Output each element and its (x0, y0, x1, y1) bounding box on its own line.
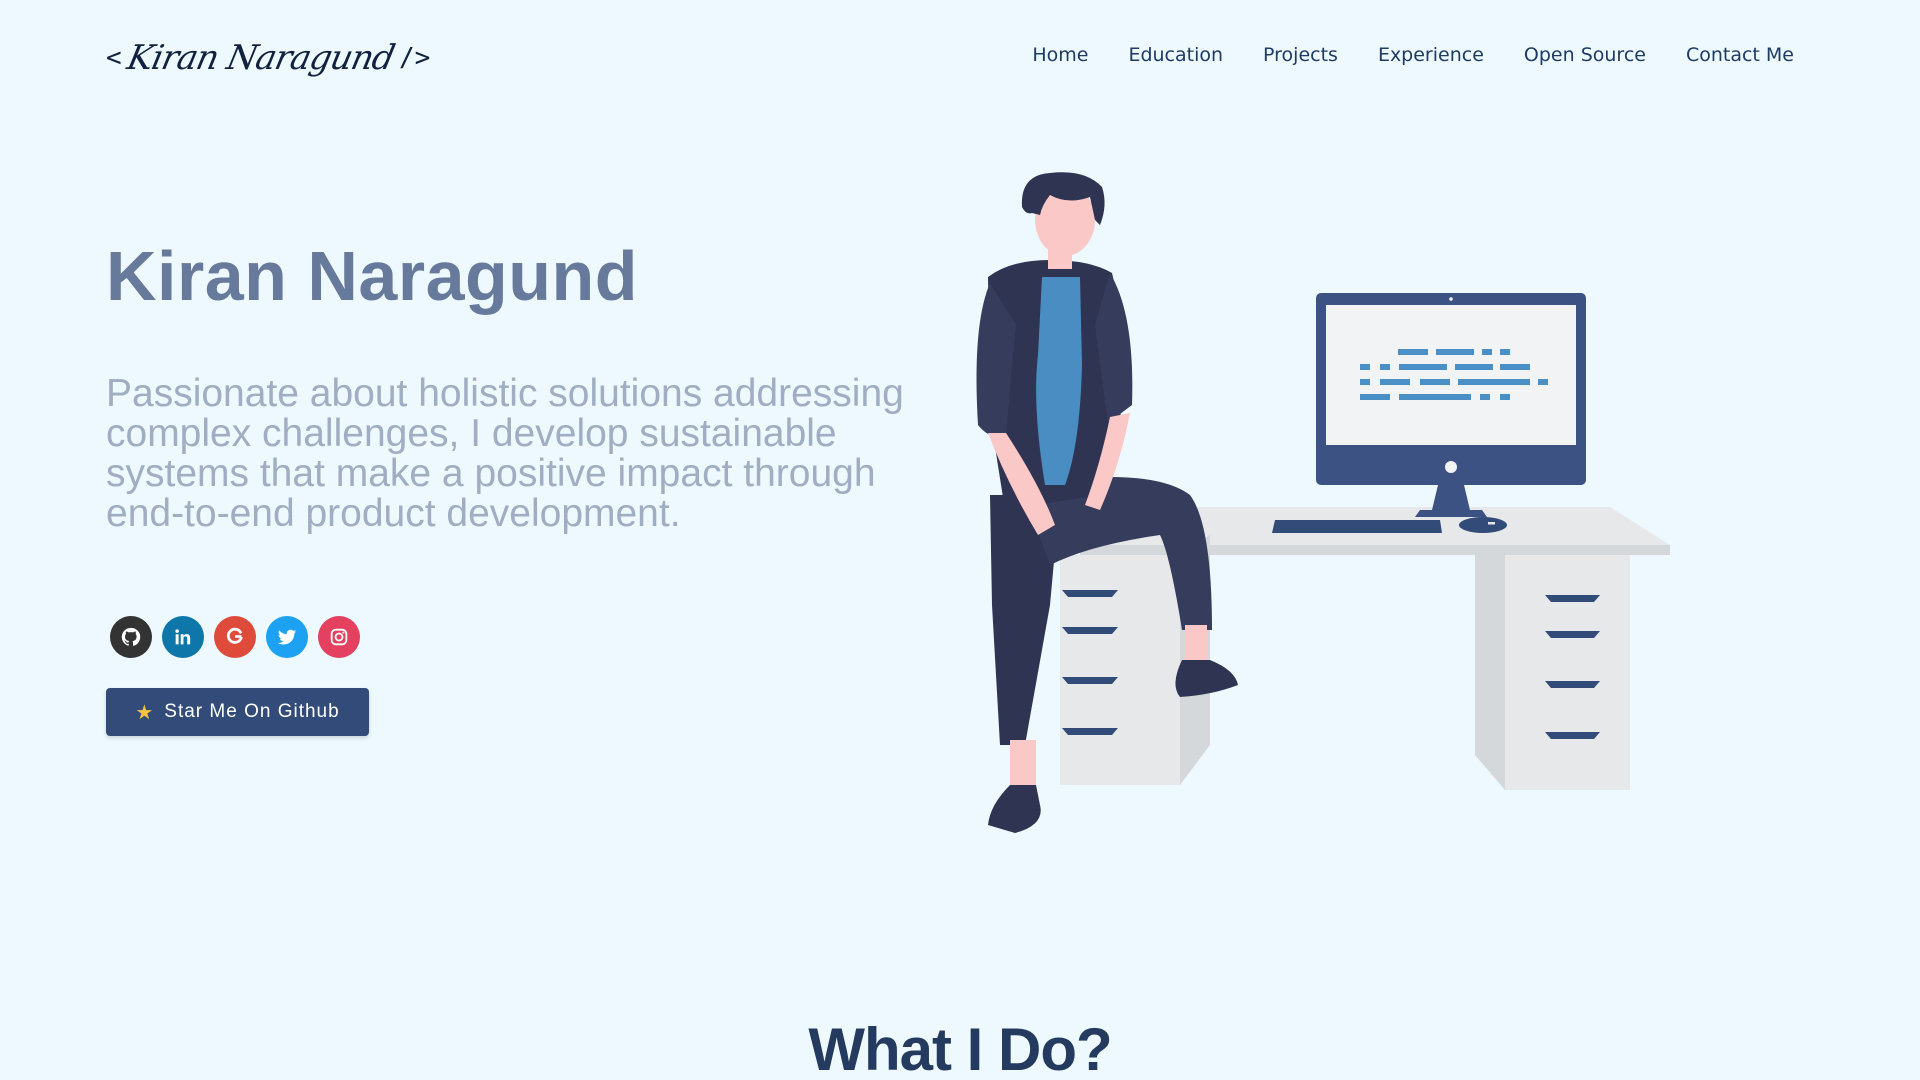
logo-open-bracket: < (106, 43, 122, 73)
twitter-link[interactable] (266, 616, 308, 658)
star-button-label: Star Me On Github (164, 701, 340, 722)
main-nav: Home Education Projects Experience Open … (1012, 40, 1794, 70)
right-drawer-unit (1505, 555, 1630, 790)
right-drawer-side (1475, 555, 1505, 790)
nav-open-source[interactable]: Open Source (1504, 40, 1666, 70)
linkedin-icon (175, 629, 191, 645)
keyboard (1272, 520, 1442, 533)
nav-education[interactable]: Education (1108, 40, 1243, 70)
monitor-stand (1432, 485, 1470, 510)
section-title-what-i-do: What I Do? (808, 1016, 1112, 1080)
nav-experience[interactable]: Experience (1358, 40, 1504, 70)
social-links (110, 616, 360, 658)
star-icon: ★ (135, 701, 155, 724)
monitor-screen (1326, 305, 1576, 445)
github-icon (121, 627, 141, 646)
logo-signature: Kiran Naragund (123, 38, 398, 78)
instagram-icon (330, 628, 348, 646)
google-link[interactable] (214, 616, 256, 658)
mouse (1459, 517, 1507, 533)
left-drawer-unit (1060, 555, 1180, 785)
hero-name: Kiran Naragund (106, 237, 639, 315)
monitor-base (1415, 510, 1487, 517)
monitor-button (1445, 461, 1457, 473)
twitter-icon (277, 629, 297, 645)
hero-subtitle: Passionate about holistic solutions addr… (106, 372, 904, 535)
star-on-github-button[interactable]: ★ Star Me On Github (106, 688, 369, 736)
header: < Kiran Naragund /> Home Education Proje… (0, 0, 1920, 110)
google-icon (226, 627, 243, 644)
instagram-link[interactable] (318, 616, 360, 658)
developer-illustration (976, 172, 1670, 833)
logo[interactable]: < Kiran Naragund /> (106, 28, 430, 88)
github-link[interactable] (110, 616, 152, 658)
nav-home[interactable]: Home (1012, 40, 1108, 70)
logo-close-bracket: /> (399, 43, 431, 73)
linkedin-link[interactable] (162, 616, 204, 658)
nav-projects[interactable]: Projects (1243, 40, 1358, 70)
nav-contact-me[interactable]: Contact Me (1666, 40, 1794, 70)
